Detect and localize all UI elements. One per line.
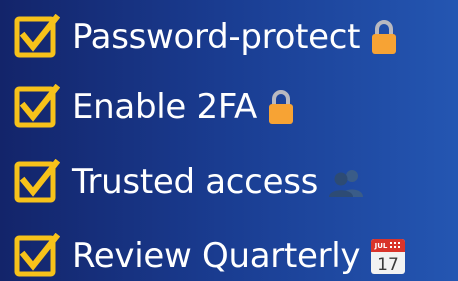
- calendar-icon: JUL 17: [370, 237, 406, 275]
- list-item-trusted-access: Trusted access: [14, 157, 364, 207]
- checklist: Password-protect Enable 2FA Trusted acce: [0, 0, 458, 281]
- checkbox-checked-icon[interactable]: [14, 233, 60, 279]
- item-label: Password-protect: [72, 17, 361, 57]
- item-label: Review Quarterly: [72, 236, 361, 276]
- checkbox-checked-icon[interactable]: [14, 14, 60, 60]
- list-item-password-protect: Password-protect: [14, 12, 398, 62]
- item-label: Trusted access: [72, 162, 319, 202]
- list-item-review-quarterly: Review Quarterly JUL 17: [14, 231, 406, 281]
- checkbox-checked-icon[interactable]: [14, 84, 60, 130]
- calendar-month: JUL: [374, 242, 388, 250]
- checkbox-checked-icon[interactable]: [14, 159, 60, 205]
- people-icon: [328, 167, 364, 197]
- calendar-day: 17: [377, 255, 399, 275]
- lock-icon: [267, 89, 295, 125]
- lock-icon: [370, 19, 398, 55]
- list-item-enable-2fa: Enable 2FA: [14, 82, 295, 132]
- item-label: Enable 2FA: [72, 87, 257, 127]
